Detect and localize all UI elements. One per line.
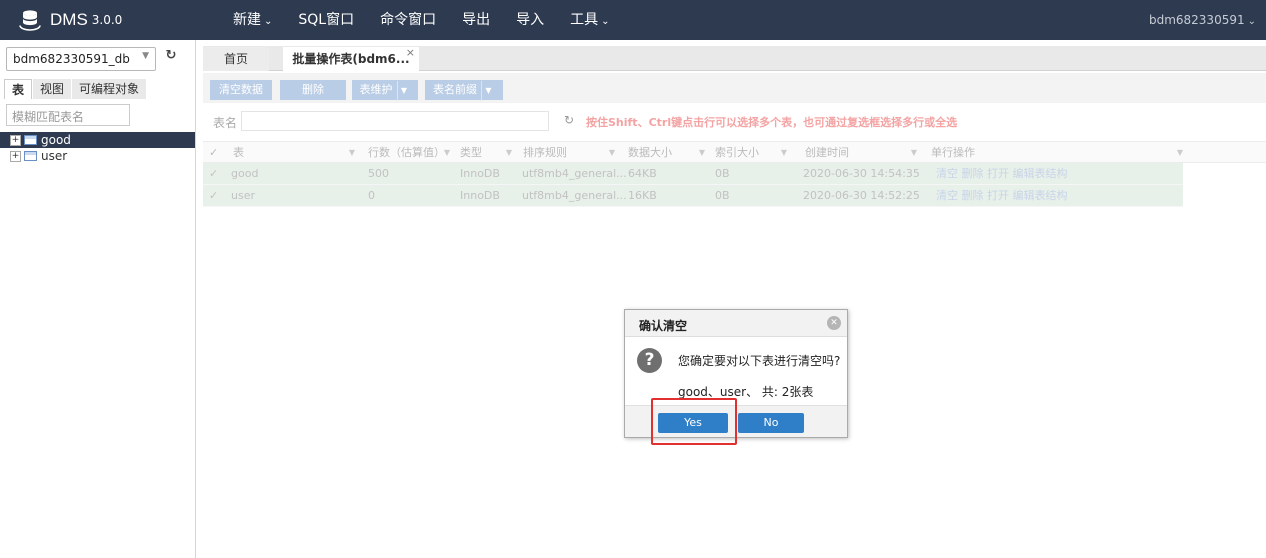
select-all-checkbox[interactable]: ✓ (209, 142, 218, 164)
filter-icon[interactable]: ▼ (444, 142, 450, 164)
cell-rows: 500 (368, 167, 389, 180)
table-name-label: 表名 (213, 116, 238, 130)
delete-button[interactable]: 删除 (280, 80, 346, 100)
col-type[interactable]: 类型 ▼ (460, 142, 512, 164)
menu-export[interactable]: 导出 (449, 0, 503, 40)
user-menu[interactable]: bdm682330591 ⌄ (1149, 0, 1256, 42)
cell-table: user (231, 189, 255, 202)
col-collation[interactable]: 排序规则 ▼ (523, 142, 615, 164)
table-search-input[interactable]: 模糊匹配表名 (6, 104, 130, 126)
menu-sql-window[interactable]: SQL窗口 (285, 0, 367, 40)
toolbar: 清空数据 删除 表维护 ▼ 表名前缀 ▼ (203, 73, 1266, 103)
row-checkbox[interactable]: ✓ (209, 185, 218, 207)
selection-hint: 按住Shift、Ctrl键点击行可以选择多个表，也可通过复选框选择多行或全选 (586, 116, 958, 129)
chevron-down-icon: ▼ (481, 81, 495, 101)
cell-table: good (231, 167, 259, 180)
top-navbar: DMS 3.0.0 新建 ⌄ SQL窗口 命令窗口 导出 导入 工具 ⌄ bdm68… (0, 0, 1266, 40)
cell-type: InnoDB (460, 189, 500, 202)
expand-icon[interactable]: + (10, 134, 21, 146)
filter-icon[interactable]: ▼ (699, 142, 705, 164)
close-icon[interactable]: ✕ (827, 316, 841, 330)
table-icon (24, 151, 37, 161)
cell-data-size: 16KB (628, 189, 657, 202)
filter-icon[interactable]: ▼ (781, 142, 787, 164)
no-button[interactable]: No (738, 413, 804, 433)
row-actions[interactable]: 清空 删除 打开 编辑表结构 (936, 163, 1068, 185)
database-icon (19, 10, 41, 31)
chevron-down-icon: ⌄ (264, 16, 273, 27)
filter-icon[interactable]: ▼ (609, 142, 615, 164)
cell-type: InnoDB (460, 167, 500, 180)
menu-import[interactable]: 导入 (503, 0, 557, 40)
col-data-size[interactable]: 数据大小 ▼ (628, 142, 705, 164)
dialog-message: 您确定要对以下表进行清空吗? (678, 354, 841, 368)
tab-tables[interactable]: 表 (4, 79, 33, 99)
tab-views[interactable]: 视图 (33, 79, 72, 99)
cell-data-size: 64KB (628, 167, 657, 180)
main-panel: 首页 批量操作表(bdm6... × 清空数据 删除 表维护 ▼ 表名前缀 ▼ 表名… (203, 40, 1266, 558)
dialog-header: 确认清空 ✕ (625, 310, 847, 337)
filter-icon[interactable]: ▼ (506, 142, 512, 164)
cell-created: 2020-06-30 14:52:25 (803, 189, 920, 202)
menu-new[interactable]: 新建 ⌄ (220, 0, 285, 40)
tab-home[interactable]: 首页 (203, 47, 269, 71)
highlight-box (651, 398, 737, 445)
chevron-down-icon: ⌄ (601, 16, 610, 27)
dialog-title: 确认清空 (639, 319, 688, 333)
app-version: 3.0.0 (91, 13, 123, 27)
tab-programmable[interactable]: 可编程对象 (72, 79, 147, 99)
app-logo[interactable]: DMS 3.0.0 (18, 8, 122, 32)
col-index-size[interactable]: 索引大小 ▼ (715, 142, 787, 164)
table-icon (24, 135, 37, 145)
filter-icon[interactable]: ▼ (349, 142, 355, 164)
expand-icon[interactable]: + (10, 150, 21, 162)
col-created[interactable]: 创建时间 ▼ (805, 142, 917, 164)
sidebar: bdm682330591_db ▼ ↻ 表 视图 可编程对象 模糊匹配表名 + … (0, 40, 196, 558)
table-tree: + good + user (0, 132, 195, 164)
row-checkbox[interactable]: ✓ (209, 163, 218, 185)
table-name-filter-input[interactable] (241, 111, 549, 131)
chevron-down-icon: ⌄ (1247, 16, 1256, 27)
col-rows[interactable]: 行数（估算值） ▼ (368, 142, 450, 164)
refresh-icon[interactable]: ↻ (564, 113, 574, 127)
filter-icon[interactable]: ▼ (1177, 142, 1183, 164)
tree-item-good[interactable]: + good (0, 132, 195, 148)
table-row[interactable]: ✓ user 0 InnoDB utf8mb4_general... 16KB … (203, 185, 1183, 207)
row-actions[interactable]: 清空 删除 打开 编辑表结构 (936, 185, 1068, 207)
cell-index-size: 0B (715, 167, 730, 180)
cell-collation: utf8mb4_general... (522, 167, 627, 180)
cell-collation: utf8mb4_general... (522, 189, 627, 202)
main-menu: 新建 ⌄ SQL窗口 命令窗口 导出 导入 工具 ⌄ (220, 0, 623, 40)
table-header: ✓ 表 ▼ 行数（估算值） ▼ 类型 ▼ 排序规则 ▼ 数据大小 ▼ 索引大小 ▼ 创建时间… (203, 141, 1266, 163)
database-select[interactable]: bdm682330591_db ▼ (6, 47, 156, 71)
filter-bar: 表名 ↻ 按住Shift、Ctrl键点击行可以选择多个表，也可通过复选框选择多行… (203, 108, 1266, 132)
tab-batch-tables[interactable]: 批量操作表(bdm6... × (283, 46, 419, 71)
chevron-down-icon: ▼ (396, 81, 411, 101)
question-icon: ? (637, 348, 662, 373)
close-icon[interactable]: × (406, 41, 415, 65)
chevron-down-icon: ▼ (142, 51, 149, 61)
table-prefix-button[interactable]: 表名前缀 ▼ (425, 80, 503, 101)
cell-rows: 0 (368, 189, 375, 202)
cell-index-size: 0B (715, 189, 730, 202)
tree-item-user[interactable]: + user (0, 148, 195, 164)
tab-bar: 首页 批量操作表(bdm6... × (203, 46, 1266, 71)
menu-tools[interactable]: 工具 ⌄ (557, 0, 622, 40)
object-tabs: 表 视图 可编程对象 (4, 79, 147, 99)
refresh-icon[interactable]: ↻ (162, 48, 180, 66)
filter-icon[interactable]: ▼ (911, 142, 917, 164)
app-name: DMS (50, 10, 88, 29)
table-maintain-button[interactable]: 表维护 ▼ (352, 80, 418, 101)
menu-command-window[interactable]: 命令窗口 (367, 0, 449, 40)
clear-data-button[interactable]: 清空数据 (210, 80, 272, 100)
col-row-ops[interactable]: 单行操作 ▼ (931, 142, 1183, 164)
col-table[interactable]: 表 ▼ (233, 142, 355, 164)
cell-created: 2020-06-30 14:54:35 (803, 167, 920, 180)
table-row[interactable]: ✓ good 500 InnoDB utf8mb4_general... 64K… (203, 163, 1183, 185)
